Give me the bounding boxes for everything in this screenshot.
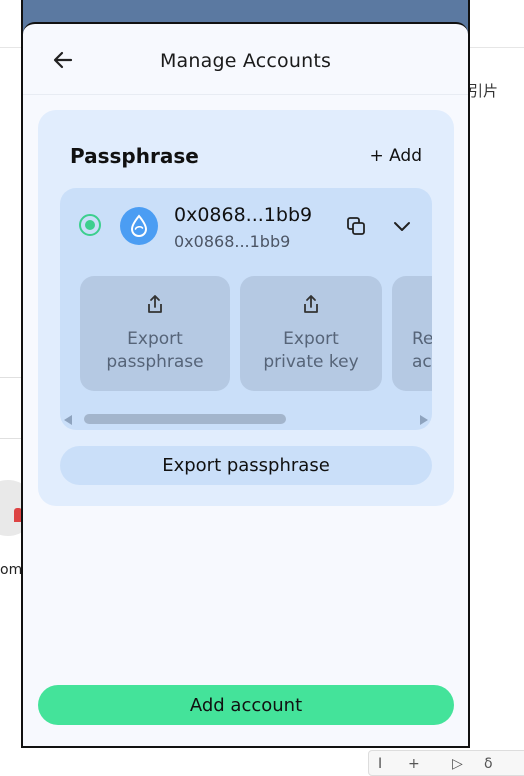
background-toolbar-glyph: δ <box>484 756 493 772</box>
action-label: Re ac <box>412 329 432 372</box>
export-private-key-tile[interactable]: Export private key <box>240 276 382 391</box>
actions-scrollbar[interactable] <box>62 412 430 426</box>
header: Manage Accounts <box>23 24 468 95</box>
scroll-thumb[interactable] <box>84 414 286 424</box>
account-actions: Export passphrase Export private key Re … <box>80 276 432 391</box>
account-card: 0x0868...1bb9 0x0868...1bb9 Export passp… <box>60 188 432 430</box>
account-address: 0x0868...1bb9 <box>174 204 313 226</box>
background-toolbar-glyph: ▷ <box>452 756 463 772</box>
scroll-left-arrow[interactable] <box>64 415 72 425</box>
share-icon <box>240 294 382 316</box>
expand-account-button[interactable] <box>390 214 414 238</box>
radio-selected-dot <box>85 220 95 230</box>
copy-icon <box>347 217 365 235</box>
remove-account-tile[interactable]: Re ac <box>392 276 432 391</box>
add-button[interactable]: + Add <box>369 146 422 166</box>
export-passphrase-tile[interactable]: Export passphrase <box>80 276 230 391</box>
scroll-right-arrow[interactable] <box>420 415 428 425</box>
sui-drop-icon <box>130 214 148 238</box>
action-label: Export private key <box>263 329 359 372</box>
background-toolbar <box>368 750 524 776</box>
action-label: Export passphrase <box>106 329 204 372</box>
export-passphrase-button[interactable]: Export passphrase <box>60 446 432 485</box>
background-toolbar-glyph: I <box>378 756 383 772</box>
page-title: Manage Accounts <box>159 50 332 72</box>
chevron-down-icon <box>394 222 410 231</box>
account-radio[interactable] <box>79 214 101 236</box>
background-toolbar-glyph: + <box>408 756 420 772</box>
add-account-button[interactable]: Add account <box>38 685 454 725</box>
account-address-secondary: 0x0868...1bb9 <box>174 232 291 251</box>
group-title: Passphrase <box>70 144 199 168</box>
background-text: 引片 <box>468 82 499 100</box>
share-icon <box>80 294 230 316</box>
account-avatar <box>120 207 158 245</box>
popup-content: Manage Accounts Passphrase + Add 0x0868.… <box>23 22 468 746</box>
passphrase-group: Passphrase + Add 0x0868...1bb9 0x0868...… <box>38 110 454 506</box>
copy-address-button[interactable] <box>344 214 368 238</box>
wallet-popup: Manage Accounts Passphrase + Add 0x0868.… <box>21 0 470 748</box>
background-label: om <box>0 562 23 578</box>
